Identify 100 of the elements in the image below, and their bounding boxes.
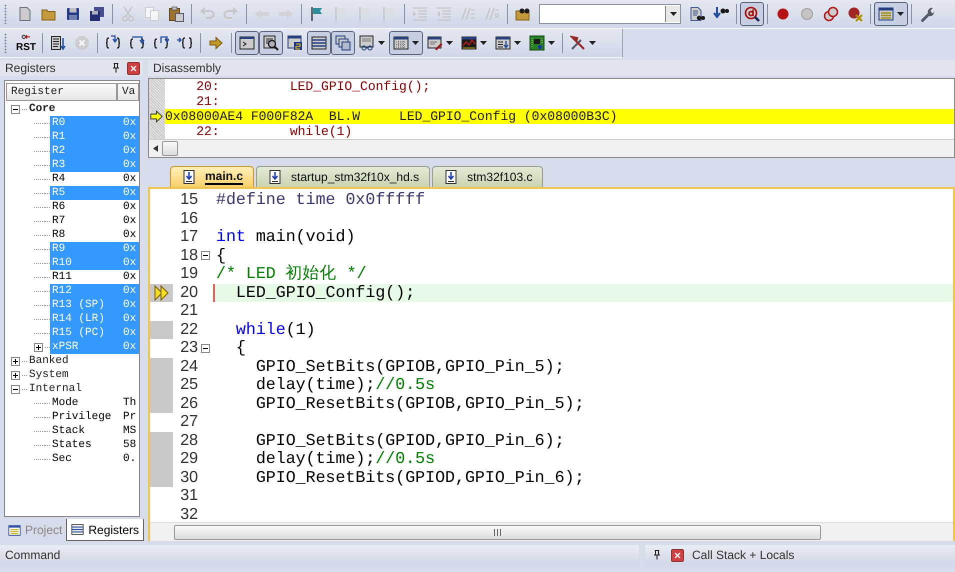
panel-tab[interactable]: Registers [66,519,144,541]
magnifier-icon [744,6,760,22]
grid-window-button[interactable] [389,31,423,55]
caret-icon [897,12,904,16]
register-value: Pr [123,411,138,423]
panel-title: Disassembly [153,61,222,75]
register-row[interactable]: Stack MS [50,424,139,438]
register-name: R11 [51,271,73,283]
file-tab[interactable]: main.c [170,166,254,187]
arrow-left-icon [254,6,270,22]
collapse-icon[interactable] [201,251,210,260]
register-name: R2 [51,145,66,157]
expand-icon[interactable] [11,368,22,382]
window-list-button[interactable] [874,2,908,26]
scissors-icon [120,6,136,22]
register-name: R3 [51,159,66,171]
register-row[interactable]: R8 0x [50,228,139,242]
pin-icon[interactable] [110,62,122,74]
tree-node-label[interactable]: System [27,369,69,381]
flag-icon [309,6,325,22]
slashes-icon [484,6,500,22]
window-glasses-icon [359,35,375,51]
register-row[interactable]: R11 0x [50,270,139,284]
register-row[interactable]: Mode Th [50,396,139,410]
line-number: 20 [179,284,199,302]
hollow-circle-icon [799,6,815,22]
horizontal-scrollbar[interactable] [149,139,954,157]
column-header[interactable]: Va [117,83,139,101]
magnifier-button[interactable] [740,2,764,26]
register-lines-button[interactable] [307,31,331,55]
stop-icon [74,35,90,51]
code-line: GPIO_SetBits(GPIOD,GPIO_Pin_6); [254,432,566,450]
register-name: R12 [51,285,73,297]
collapse-icon[interactable] [11,382,22,396]
collapse-icon[interactable] [201,344,210,353]
code-line: int main(void) [215,228,356,246]
pin-icon[interactable] [651,549,663,561]
scrollbar-thumb[interactable] [174,524,821,540]
register-value: 0x [123,341,138,353]
source-line: 21: [195,94,221,109]
horizontal-scrollbar[interactable] [150,522,953,541]
terminal-window-icon [239,35,255,51]
register-name: Stack [51,425,86,437]
hammer-wrench-icon [570,35,586,51]
document-binoculars-icon [689,6,705,22]
code-line: { [234,339,247,358]
copy-icon [144,6,160,22]
close-icon[interactable] [671,548,684,562]
register-name: R10 [51,257,73,269]
line-number: 26 [179,394,199,413]
collapse-icon[interactable] [11,102,22,116]
register-value: Th [123,397,138,409]
register-value: 0x [123,243,138,255]
file-tab[interactable]: startup_stm32f10x_hd.s [256,166,430,187]
tree-node-label[interactable]: Core [27,103,56,115]
tree-node-label[interactable]: Internal [27,383,82,395]
find-combo-field[interactable] [539,4,681,24]
register-value: 0x [123,313,138,325]
register-row[interactable]: R6 0x [50,200,139,214]
column-header[interactable]: Register [6,83,117,101]
window-magnifier-button[interactable] [259,31,283,55]
close-icon[interactable] [127,62,140,74]
register-row[interactable]: R7 0x [50,214,139,228]
circle-cross-icon [847,6,863,22]
register-row[interactable]: States 58 [50,438,139,452]
expand-icon[interactable] [34,340,45,354]
caret-icon [446,41,453,45]
file-tab[interactable]: stm32f103.c [432,166,544,187]
scroll-left-icon[interactable] [153,145,158,152]
tree-node-label[interactable]: Banked [27,355,69,367]
current-instruction: 0x08000AE4 F000F82A BL.W LED_GPIO_Config (0x08000B3C) [165,109,954,124]
expand-icon[interactable] [11,354,22,368]
terminal-window-button[interactable] [235,31,259,55]
register-row[interactable]: Privilege Pr [50,410,139,424]
register-value: 0x [123,117,138,129]
register-name: R8 [51,229,66,241]
register-value: 0. [123,453,138,465]
register-row[interactable]: R4 0x [50,172,139,186]
stacked-windows-button[interactable] [331,31,355,55]
register-name: R6 [51,201,66,213]
code-line: GPIO_ResetBits(GPIOD,GPIO_Pin_6); [254,468,586,487]
register-row[interactable]: Sec 0. [50,452,139,466]
register-value: 0x [123,271,138,283]
flag-icon [333,6,349,22]
caret-icon [480,41,487,45]
circuit-board-icon [529,35,545,51]
reset-button[interactable]: RST [13,31,39,55]
line-number: 19 [179,265,199,284]
register-value: 0x [123,215,138,227]
code-line: GPIO_ResetBits(GPIOB,GPIO_Pin_5); [254,394,586,413]
braces-arrow-icon [105,35,121,51]
scrollbar-thumb[interactable] [162,141,178,156]
register-value: 0x [123,285,138,297]
window-pen-icon [427,35,443,51]
flag-icon [357,6,373,22]
register-value: MS [123,425,138,437]
redo-icon [223,6,239,22]
register-value: 0x [123,229,138,241]
register-name: R15 (PC) [51,327,106,339]
filled-circle-icon [775,6,791,22]
